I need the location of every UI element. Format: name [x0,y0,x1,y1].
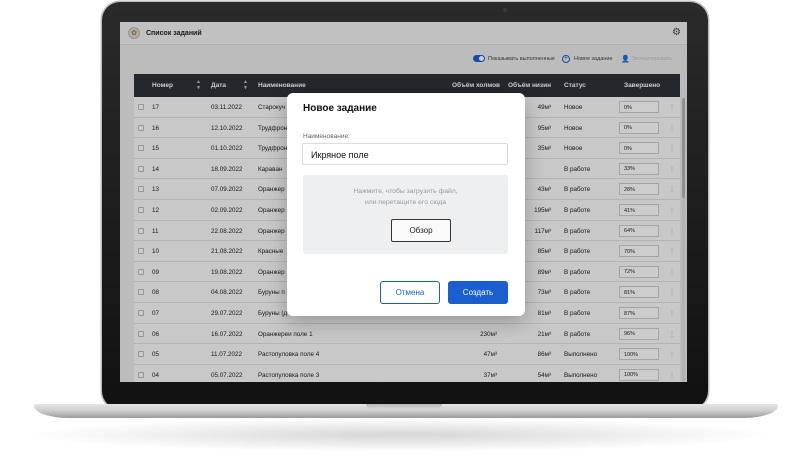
camera [503,8,507,12]
cancel-button[interactable]: Отмена [380,281,440,304]
create-button[interactable]: Создать [448,281,508,304]
new-task-dialog: Новое задание Наименование: Икряное поле… [287,93,525,316]
name-input[interactable]: Икряное поле [302,143,508,165]
file-dropzone[interactable]: Нажмите, чтобы загрузить файл, или перет… [303,175,508,254]
name-field-label: Наименование: [303,133,350,140]
dialog-title: Новое задание [303,103,377,114]
browse-button[interactable]: Обзор [391,219,451,242]
dropzone-text-1: Нажмите, чтобы загрузить файл, [353,188,458,195]
laptop-notch [366,404,442,409]
dropzone-text-2: или перетащите его сюда [364,199,447,206]
floor-shadow [20,418,778,452]
